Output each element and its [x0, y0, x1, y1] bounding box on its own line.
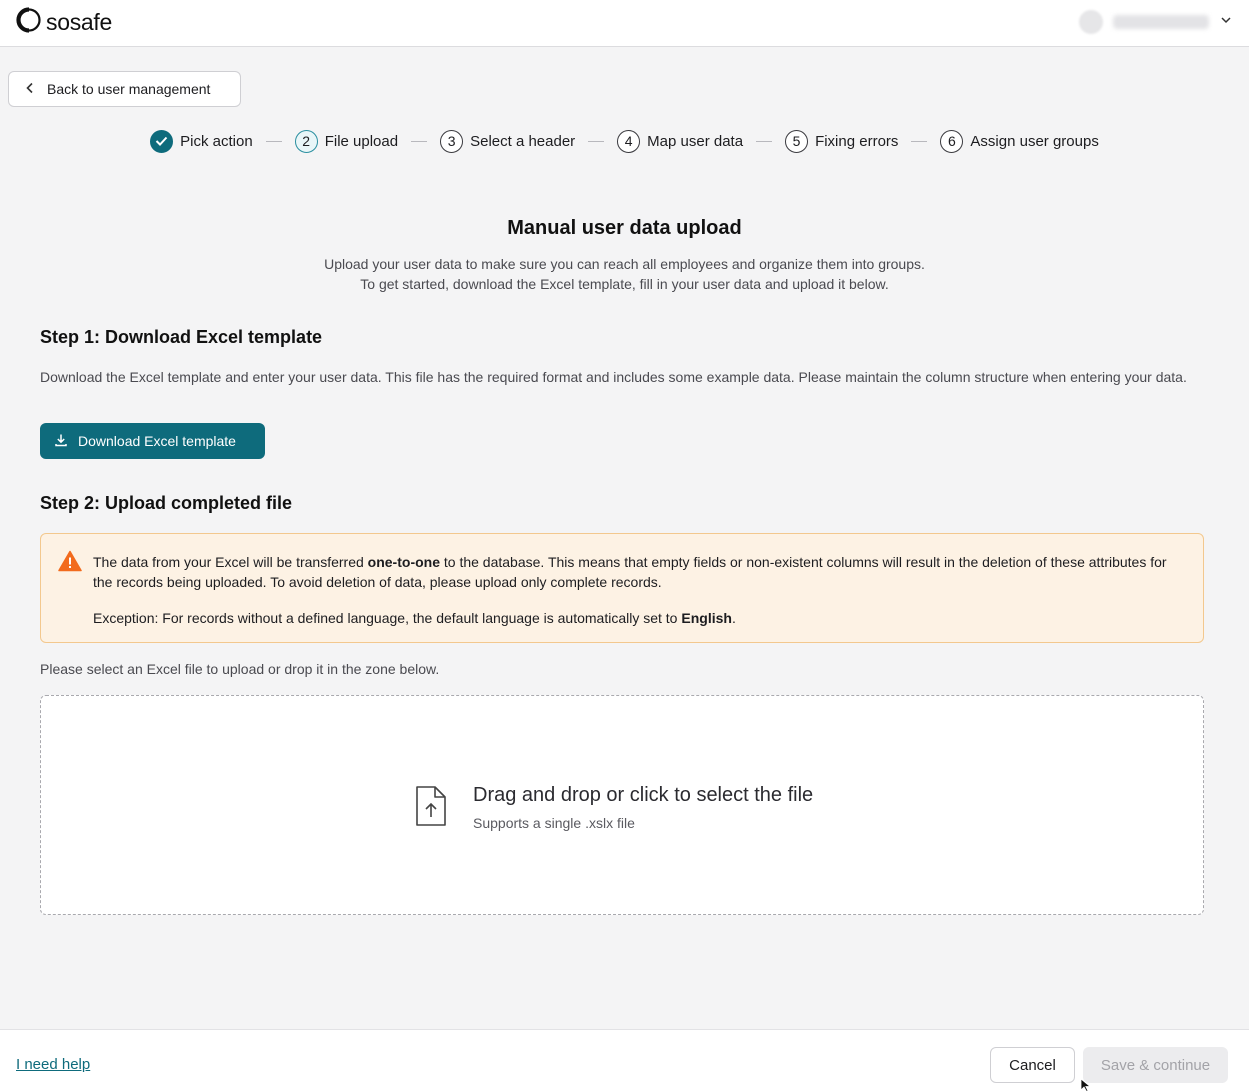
alert-text-part: The data from your Excel will be transfe…	[93, 554, 368, 570]
logo-text: sosafe	[46, 9, 112, 35]
step-label: Fixing errors	[815, 132, 899, 150]
step-divider	[756, 140, 773, 142]
download-icon	[54, 433, 68, 450]
step1-description: Download the Excel template and enter yo…	[40, 369, 1187, 385]
user-name-blurred	[1113, 15, 1209, 29]
avatar	[1079, 10, 1103, 34]
download-button-label: Download Excel template	[78, 433, 236, 449]
step-label: Assign user groups	[970, 132, 1099, 150]
top-bar: sosafe	[0, 0, 1249, 47]
alert-bold-text: one-to-one	[367, 554, 440, 570]
back-to-user-management-button[interactable]: Back to user management	[8, 71, 241, 107]
step-2-indicator: 2	[294, 129, 318, 153]
step-assign-user-groups: 6 Assign user groups	[940, 129, 1099, 153]
dropzone-title: Drag and drop or click to select the fil…	[473, 784, 814, 806]
step-map-user-data: 4 Map user data	[617, 129, 744, 153]
file-upload-icon	[413, 784, 449, 833]
help-link[interactable]: I need help	[16, 1056, 90, 1073]
step-fixing-errors: 5 Fixing errors	[785, 129, 899, 153]
warning-alert: The data from your Excel will be transfe…	[40, 533, 1204, 643]
download-template-button[interactable]: Download Excel template	[40, 423, 265, 459]
footer-bar: I need help Cancel Save & continue	[0, 1029, 1249, 1092]
step-divider	[265, 140, 282, 142]
alert-exception: Exception: For records without a defined…	[93, 608, 1183, 628]
step-file-upload: 2 File upload	[294, 129, 399, 153]
step-divider	[411, 140, 428, 142]
sosafe-logo-icon	[16, 7, 42, 38]
step-5-indicator: 5	[785, 129, 809, 153]
upload-instruction: Please select an Excel file to upload or…	[40, 661, 440, 677]
subtitle-line-1: Upload your user data to make sure you c…	[324, 256, 925, 272]
subtitle-line-2: To get started, download the Excel templ…	[360, 276, 889, 292]
step-divider	[911, 140, 928, 142]
step2-heading: Step 2: Upload completed file	[40, 493, 293, 513]
mouse-cursor-icon	[1080, 1078, 1092, 1092]
warning-triangle-icon	[58, 550, 82, 577]
chevron-down-icon	[1219, 13, 1233, 32]
step-1-indicator	[150, 129, 174, 153]
page-title: Manual user data upload	[507, 217, 742, 239]
user-menu[interactable]	[1079, 10, 1233, 34]
exception-bold-text: English	[681, 610, 732, 626]
step-select-header: 3 Select a header	[440, 129, 576, 153]
cancel-button[interactable]: Cancel	[990, 1047, 1075, 1083]
file-dropzone[interactable]: Drag and drop or click to select the fil…	[40, 695, 1204, 915]
step-label: Select a header	[470, 132, 576, 150]
step-label: File upload	[324, 132, 399, 150]
step-3-indicator: 3	[440, 129, 464, 153]
logo[interactable]: sosafe	[16, 7, 112, 38]
progress-stepper: Pick action 2 File upload 3 Select a hea…	[0, 129, 1249, 153]
step-divider	[588, 140, 605, 142]
exception-text-part: Exception: For records without a defined…	[93, 610, 682, 626]
chevron-left-icon	[25, 81, 35, 97]
save-continue-button[interactable]: Save & continue	[1083, 1047, 1228, 1083]
step-4-indicator: 4	[617, 129, 641, 153]
check-icon	[155, 133, 168, 149]
step-label: Map user data	[647, 132, 744, 150]
step-label: Pick action	[180, 132, 253, 150]
step-pick-action: Pick action	[150, 129, 253, 153]
alert-paragraph: The data from your Excel will be transfe…	[93, 552, 1183, 592]
step-6-indicator: 6	[940, 129, 964, 153]
dropzone-subtitle: Supports a single .xslx file	[473, 815, 635, 831]
back-button-label: Back to user management	[47, 81, 211, 97]
step1-heading: Step 1: Download Excel template	[40, 327, 323, 347]
alert-text: The data from your Excel will be transfe…	[93, 552, 1183, 628]
page-subtitle: Upload your user data to make sure you c…	[0, 254, 1249, 294]
exception-text-part: .	[731, 610, 736, 626]
